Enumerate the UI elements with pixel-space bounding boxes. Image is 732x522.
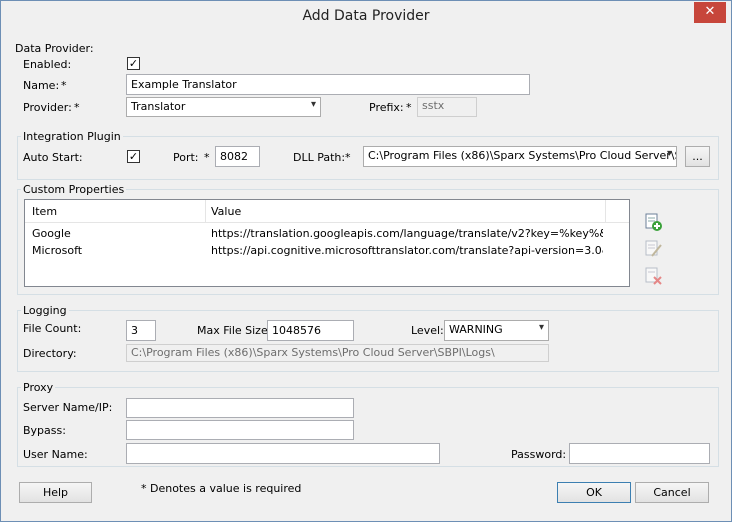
bypass-label: Bypass: (23, 424, 66, 437)
ok-button[interactable]: OK (557, 482, 631, 503)
table-row-value[interactable]: https://translation.googleapis.com/langu… (211, 227, 603, 240)
column-separator[interactable] (605, 200, 606, 222)
custom-properties-legend: Custom Properties (21, 183, 127, 196)
auto-start-checkbox[interactable]: ✓ (127, 150, 140, 163)
name-required-mark: * (61, 79, 67, 92)
custom-properties-list[interactable]: Item Value Google https://translation.go… (24, 199, 630, 287)
data-provider-section-label: Data Provider: (15, 42, 94, 55)
enabled-label: Enabled: (23, 58, 72, 71)
edit-property-icon[interactable] (642, 238, 664, 260)
chevron-down-icon: ▾ (310, 99, 316, 110)
prefix-required-mark: * (406, 101, 412, 114)
column-header-value[interactable]: Value (211, 205, 241, 218)
column-header-item[interactable]: Item (32, 205, 57, 218)
server-name-input[interactable] (126, 398, 354, 418)
name-label: Name: (23, 79, 60, 92)
help-button[interactable]: Help (19, 482, 92, 503)
dll-path-label: DLL Path: (293, 151, 346, 164)
port-input[interactable]: 8082 (215, 146, 260, 167)
provider-required-mark: * (74, 101, 80, 114)
list-header: Item Value (25, 200, 629, 223)
log-level-select[interactable]: WARNING ▾ (444, 320, 549, 341)
browse-dll-button[interactable]: ... (685, 146, 710, 167)
provider-select-value: Translator (131, 100, 186, 113)
close-icon: ✕ (704, 4, 716, 19)
logging-group (17, 310, 719, 372)
port-required-mark: * (204, 151, 210, 164)
dll-path-value: C:\Program Files (x86)\Sparx Systems\Pro… (368, 149, 677, 162)
file-count-label: File Count: (23, 322, 82, 335)
level-label: Level: (411, 324, 444, 337)
password-input[interactable] (569, 443, 710, 464)
dll-path-required-mark: * (345, 151, 351, 164)
bypass-input[interactable] (126, 420, 354, 440)
chevron-down-icon: ▾ (666, 148, 672, 159)
password-label: Password: (511, 448, 567, 461)
integration-plugin-legend: Integration Plugin (21, 130, 123, 143)
directory-label: Directory: (23, 347, 77, 360)
max-file-size-input[interactable]: 1048576 (267, 320, 354, 341)
file-count-input[interactable]: 3 (126, 320, 156, 341)
auto-start-label: Auto Start: (23, 151, 83, 164)
server-name-label: Server Name/IP: (23, 401, 113, 414)
proxy-legend: Proxy (21, 381, 56, 394)
enabled-checkbox[interactable]: ✓ (127, 57, 140, 70)
chevron-down-icon: ▾ (538, 322, 544, 333)
table-row-item[interactable]: Microsoft (32, 244, 202, 257)
log-level-value: WARNING (449, 323, 503, 336)
table-row-value[interactable]: https://api.cognitive.microsofttranslato… (211, 244, 603, 257)
user-name-input[interactable] (126, 443, 440, 464)
column-separator[interactable] (205, 200, 206, 222)
logging-legend: Logging (21, 304, 69, 317)
max-file-size-label: Max File Size: (197, 324, 272, 337)
required-note: * Denotes a value is required (141, 482, 302, 495)
table-row-item[interactable]: Google (32, 227, 202, 240)
port-label: Port: (173, 151, 199, 164)
name-input[interactable]: Example Translator (126, 74, 530, 95)
add-data-provider-dialog: Add Data Provider ✕ Data Provider: Enabl… (0, 0, 732, 522)
prefix-input: sstx (417, 97, 477, 117)
prefix-label: Prefix: (369, 101, 404, 114)
cancel-button[interactable]: Cancel (635, 482, 709, 503)
title-bar: Add Data Provider ✕ (1, 1, 731, 31)
provider-label: Provider: (23, 101, 72, 114)
add-property-icon[interactable] (642, 211, 664, 233)
provider-select[interactable]: Translator ▾ (126, 97, 321, 117)
dialog-title: Add Data Provider (302, 8, 430, 24)
close-button[interactable]: ✕ (694, 2, 726, 23)
dll-path-select[interactable]: C:\Program Files (x86)\Sparx Systems\Pro… (363, 146, 677, 167)
delete-property-icon[interactable] (642, 265, 664, 287)
directory-input: C:\Program Files (x86)\Sparx Systems\Pro… (126, 344, 549, 362)
user-name-label: User Name: (23, 448, 88, 461)
